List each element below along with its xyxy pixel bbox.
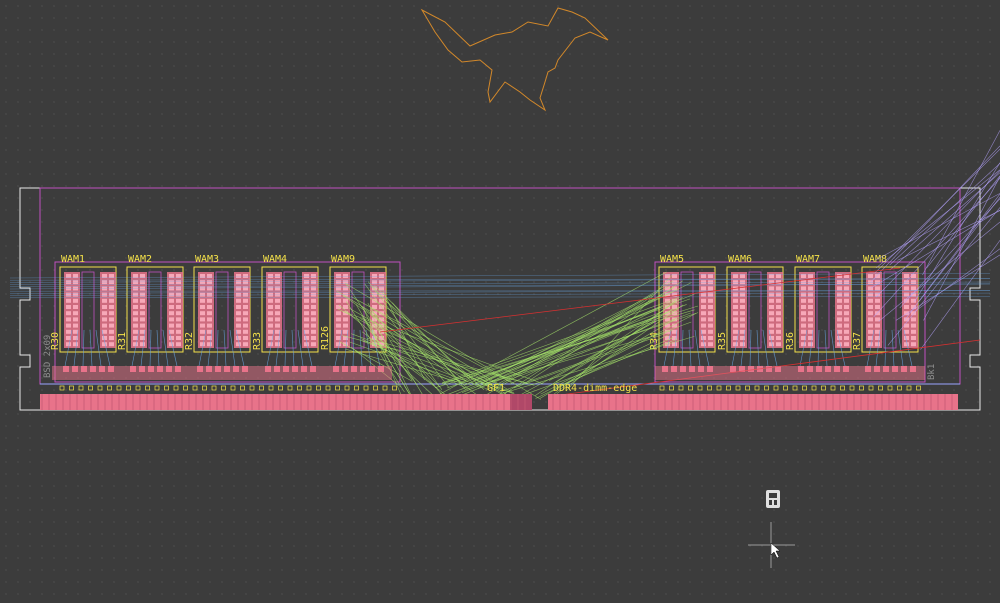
module-wam2[interactable]: WAM2 R31 xyxy=(117,254,184,372)
module-ref-label: WAM3 xyxy=(195,254,219,265)
crosshair-cursor-icon xyxy=(748,522,795,568)
kicad-logo-icon xyxy=(766,490,780,508)
module-ref-label: WAM5 xyxy=(660,254,684,265)
resistor-ref-label: R32 xyxy=(184,332,195,350)
right-side-text: Bk1 xyxy=(927,364,937,380)
module-ref-label: WAM9 xyxy=(331,254,355,265)
resistor-ref-label: R31 xyxy=(117,332,128,350)
module-ref-label: WAM7 xyxy=(796,254,820,265)
pcb-canvas[interactable]: WAM1 R30 WAM2 R31 WAM3 R32 WAM4 R33 WAM9 R126 WAM5… xyxy=(0,0,1000,603)
resistor-ref-label: R35 xyxy=(717,332,728,350)
resistor-ref-label: R37 xyxy=(852,332,863,350)
module-wam4[interactable]: WAM4 R33 xyxy=(252,254,319,372)
logo-outline-icon xyxy=(420,7,609,112)
module-wam6[interactable]: WAM6 R35 xyxy=(717,254,784,372)
module-wam7[interactable]: WAM7 R36 xyxy=(785,254,852,372)
edge-label: DDR4-dimm-edge xyxy=(553,383,637,394)
resistor-ref-label: R126 xyxy=(320,326,331,350)
pcb-drawing[interactable]: WAM1R30 WAM2 R31 WAM3 R32 WAM4 R33 WAM9 R126 WAM5… xyxy=(0,0,1000,603)
module-wam1[interactable]: WAM1R30 xyxy=(50,254,117,372)
gf-label: GF1 xyxy=(487,383,505,394)
module-ref-label: WAM2 xyxy=(128,254,152,265)
module-ref-label: WAM6 xyxy=(728,254,752,265)
module-wam3[interactable]: WAM3 R32 xyxy=(184,254,251,372)
connector-pads-left xyxy=(52,366,392,380)
resistor-ref-label: R33 xyxy=(252,332,263,350)
side-text: BSD 2x09 xyxy=(43,335,53,378)
module-wam9[interactable]: WAM9 R126 xyxy=(320,254,387,372)
resistor-ref-label: R36 xyxy=(785,332,796,350)
module-ref-label: WAM4 xyxy=(263,254,287,265)
module-ref-label: WAM1 xyxy=(61,254,85,265)
connector-pads-right xyxy=(655,366,925,380)
